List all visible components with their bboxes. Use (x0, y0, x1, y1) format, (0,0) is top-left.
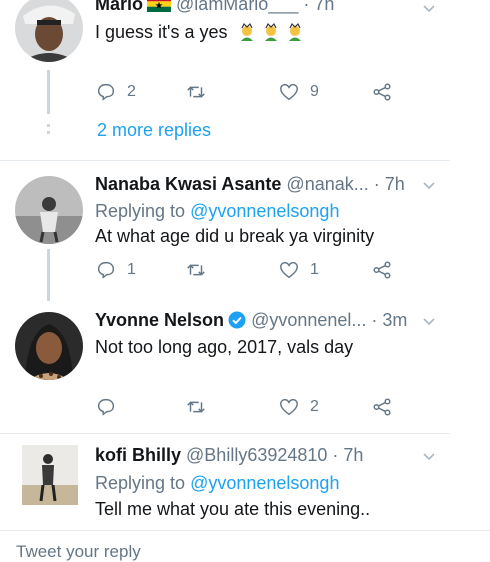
share-icon (373, 398, 391, 416)
chevron-down-icon[interactable] (422, 315, 436, 329)
chevron-down-icon[interactable] (422, 2, 436, 16)
retweet-icon (187, 264, 205, 276)
mention-link[interactable]: @yvonnenelsongh (190, 473, 339, 493)
tweet-actions: 1 1 (95, 258, 395, 282)
tweet-kofi[interactable]: kofi Bhilly @Bhilly63924810 · 7h Replyin… (0, 434, 450, 530)
share-button[interactable] (371, 258, 393, 282)
more-replies-link[interactable]: 2 more replies (97, 120, 211, 141)
reply-icon (97, 83, 115, 101)
tweet-text: Not too long ago, 2017, vals day (95, 337, 354, 357)
share-icon (373, 83, 391, 101)
share-button[interactable] (371, 395, 393, 419)
display-name[interactable]: kofi Bhilly (95, 445, 181, 465)
timestamp[interactable]: · 7h (303, 0, 334, 14)
verified-icon (228, 311, 246, 329)
tweet-header: kofi Bhilly @Bhilly63924810 · 7h (95, 445, 450, 467)
reply-count: 1 (127, 261, 136, 278)
tweet-yvonne[interactable]: Yvonne Nelson @yvonnenel... · 3m Not too… (0, 301, 450, 433)
like-button[interactable]: 9 (278, 80, 319, 104)
replying-to: Replying to @yvonnenelsongh (95, 201, 340, 221)
reply-input[interactable]: Tweet your reply (16, 542, 141, 562)
user-handle[interactable]: @Bhilly63924810 (186, 445, 327, 465)
chevron-down-icon[interactable] (422, 179, 436, 193)
avatar[interactable] (15, 312, 83, 380)
retweet-icon (187, 401, 205, 413)
reply-button[interactable]: 1 (95, 258, 136, 282)
reply-count: 2 (127, 83, 136, 100)
tweet-mario[interactable]: Mario @iamMario___ · 7h I guess it's a y… (0, 0, 450, 160)
chevron-down-icon[interactable] (422, 450, 436, 464)
share-icon (373, 261, 391, 279)
reply-button[interactable] (95, 395, 127, 419)
like-icon (280, 398, 298, 416)
like-icon (280, 261, 298, 279)
user-handle[interactable]: @yvonnenel... (251, 310, 366, 330)
retweet-button[interactable] (185, 258, 217, 282)
like-count: 9 (310, 83, 319, 100)
mention-link[interactable]: @yvonnenelsongh (190, 201, 339, 221)
share-button[interactable] (371, 80, 393, 104)
tweet-text: I guess it's a yes (95, 22, 305, 43)
like-button[interactable]: 1 (278, 258, 319, 282)
like-count: 2 (310, 398, 319, 415)
avatar[interactable] (22, 445, 78, 505)
like-icon (280, 83, 298, 101)
tweet-nanaba[interactable]: Nanaba Kwasi Asante @nanak... · 7h Reply… (0, 161, 450, 301)
tweet-text: At what age did u break ya virginity (95, 226, 375, 246)
display-name[interactable]: Mario (95, 0, 143, 14)
tweet-text: Tell me what you ate this evening.. (95, 499, 371, 519)
retweet-icon (187, 86, 205, 98)
reply-icon (97, 261, 115, 279)
person-emoji-icon (285, 22, 305, 42)
retweet-button[interactable] (185, 80, 217, 104)
tweet-header: Yvonne Nelson @yvonnenel... · 3m (95, 310, 450, 332)
ghana-flag-icon (147, 0, 172, 12)
replying-to: Replying to @yvonnenelsongh (95, 473, 340, 493)
timestamp[interactable]: · 7h (332, 445, 363, 465)
timestamp[interactable]: · 3m (371, 310, 407, 330)
reply-composer[interactable]: Tweet your reply (0, 530, 490, 561)
user-handle[interactable]: @iamMario___ (176, 0, 298, 14)
avatar[interactable] (15, 176, 83, 244)
tweet-actions: 2 (95, 395, 395, 419)
reply-button[interactable]: 2 (95, 80, 136, 104)
timestamp[interactable]: · 7h (374, 174, 405, 194)
tweet-actions: 2 9 (95, 80, 395, 104)
tweet-header: Nanaba Kwasi Asante @nanak... · 7h (95, 174, 450, 196)
avatar[interactable] (15, 0, 83, 62)
user-handle[interactable]: @nanak... (286, 174, 368, 194)
display-name[interactable]: Nanaba Kwasi Asante (95, 174, 281, 194)
reply-icon (97, 398, 115, 416)
retweet-button[interactable] (185, 395, 217, 419)
display-name[interactable]: Yvonne Nelson (95, 310, 224, 330)
person-emoji-icon (237, 22, 257, 42)
like-button[interactable]: 2 (278, 395, 319, 419)
tweet-header: Mario @iamMario___ · 7h (95, 0, 450, 16)
like-count: 1 (310, 261, 319, 278)
person-emoji-icon (261, 22, 281, 42)
